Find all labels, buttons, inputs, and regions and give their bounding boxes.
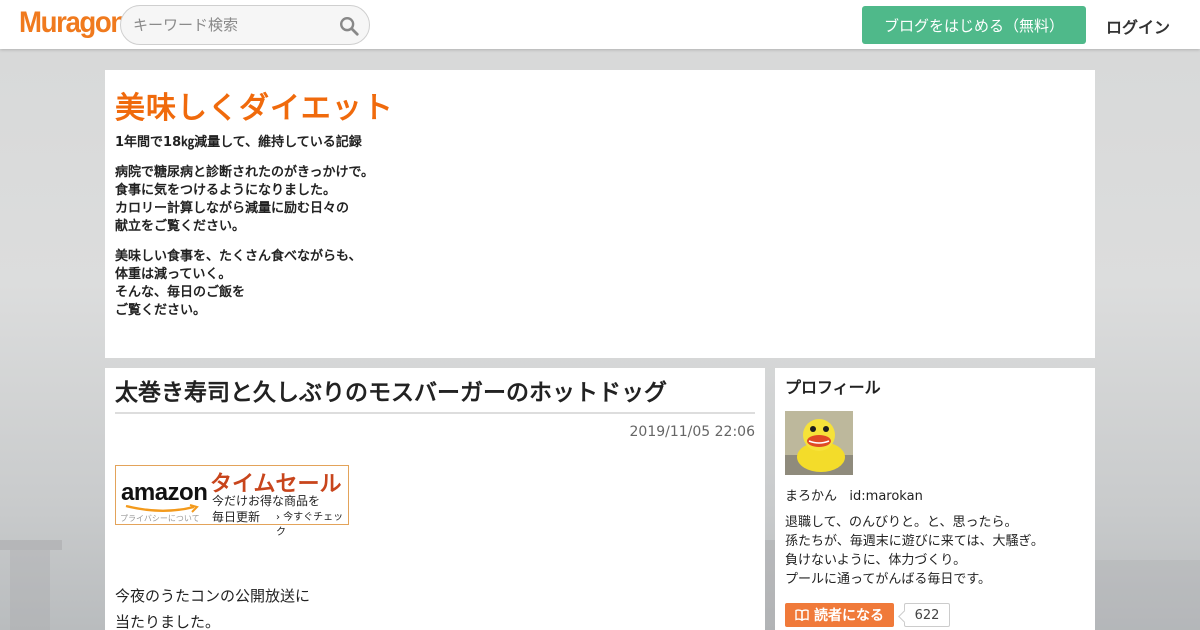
rubber-duck-avatar-icon (785, 411, 853, 475)
blog-description-paragraph: 美味しい食事を、たくさん食べながらも、 体重は減っていく。 そんな、毎日のご飯を… (115, 249, 362, 318)
profile-sidebar: プロフィール まろかん id:marokan 退職して、のんびりと。と、思ったら… (775, 368, 1095, 630)
search-box (120, 5, 370, 45)
blog-description: 病院で糖尿病と診断されたのがきっかけで。 食事に気をつけるようになりました。 カ… (115, 164, 1085, 320)
article-body-line: 当たりました。 (115, 613, 221, 630)
blog-title[interactable]: 美味しくダイエット (115, 90, 1085, 128)
amazon-sale-line: 毎日更新 (212, 510, 261, 524)
login-link[interactable]: ログイン (1106, 14, 1170, 38)
search-icon[interactable] (338, 15, 360, 37)
amazon-check-now-link[interactable]: › 今すぐチェック (276, 508, 348, 538)
book-icon (795, 609, 809, 621)
article-body: 今夜のうたコンの公開放送に 当たりました。 (115, 583, 310, 630)
amazon-ad-banner[interactable]: amazon プライバシーについて タイムセール 今だけお得な商品を 毎日更新 … (115, 465, 349, 538)
article: 太巻き寿司と久しぶりのモスバーガーのホットドッグ 2019/11/05 22:0… (105, 368, 765, 630)
top-navigation-bar: Muragon ブログをはじめる（無料） ログイン (0, 0, 1200, 49)
amazon-sale-line: 今だけお得な商品を (212, 494, 321, 508)
follow-button[interactable]: 読者になる (785, 603, 894, 627)
amazon-logo: amazon (121, 479, 208, 506)
background-structure (10, 550, 50, 630)
background-crane (0, 540, 62, 550)
article-body-line: 今夜のうたコンの公開放送に (115, 587, 311, 605)
profile-bio: 退職して、のんびりと。と、思ったら。 孫たちが、毎週末に遊びに来ては、大騒ぎ。 … (785, 515, 1044, 587)
article-title[interactable]: 太巻き寿司と久しぶりのモスバーガーのホットドッグ (115, 378, 755, 414)
avatar[interactable] (785, 411, 853, 475)
background-structure (1095, 560, 1200, 630)
background-structure (765, 540, 775, 630)
article-date: 2019/11/05 22:06 (629, 424, 756, 440)
follow-button-label: 読者になる (814, 608, 884, 624)
profile-name[interactable]: まろかん (785, 489, 837, 504)
blog-subtitle: 1年間で18㎏減量して、維持している記録 (115, 135, 362, 150)
profile-name-line: まろかん id:marokan (785, 485, 923, 504)
profile-heading: プロフィール (785, 378, 881, 397)
muragon-logo[interactable]: Muragon (19, 6, 127, 40)
search-input[interactable] (133, 14, 333, 36)
blog-description-paragraph: 病院で糖尿病と診断されたのがきっかけで。 食事に気をつけるようになりました。 カ… (115, 165, 374, 234)
profile-user-id: id:marokan (849, 489, 923, 504)
start-blog-button[interactable]: ブログをはじめる（無料） (862, 6, 1086, 44)
amazon-privacy-link[interactable]: プライバシーについて (120, 513, 200, 524)
follower-count: 622 (904, 603, 950, 627)
blog-header: 美味しくダイエット 1年間で18㎏減量して、維持している記録 病院で糖尿病と診断… (105, 70, 1095, 358)
